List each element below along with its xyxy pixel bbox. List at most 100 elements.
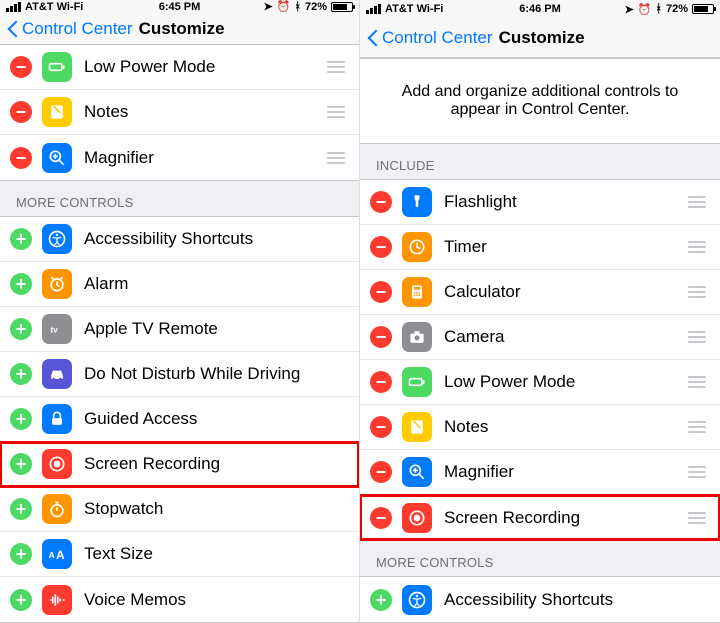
bluetooth-icon: ᚼ bbox=[294, 1, 301, 13]
add-button[interactable] bbox=[10, 589, 32, 611]
signal-icon bbox=[6, 2, 21, 12]
location-icon: ➤ bbox=[624, 3, 633, 16]
drag-handle-icon[interactable] bbox=[686, 286, 708, 298]
add-button[interactable] bbox=[10, 453, 32, 475]
row-timer[interactable]: Timer bbox=[360, 225, 720, 270]
remove-button[interactable] bbox=[370, 371, 392, 393]
row-lowpower[interactable]: Low Power Mode bbox=[0, 45, 359, 90]
status-bar: AT&T Wi-Fi 6:45 PM ➤ ⏰ ᚼ 72% bbox=[0, 0, 359, 14]
row-label: Screen Recording bbox=[444, 508, 686, 528]
row-label: Notes bbox=[84, 102, 325, 122]
row-guided[interactable]: Guided Access bbox=[0, 397, 359, 442]
accessibility-icon bbox=[42, 224, 72, 254]
more-controls-list: Accessibility ShortcutsAlarmtvApple TV R… bbox=[0, 216, 359, 623]
row-label: Calculator bbox=[444, 282, 686, 302]
nav-bar: Control Center Customize bbox=[0, 14, 359, 45]
svg-text:A: A bbox=[56, 549, 65, 562]
remove-button[interactable] bbox=[370, 281, 392, 303]
include-header: INCLUDE bbox=[360, 144, 720, 179]
remove-button[interactable] bbox=[370, 236, 392, 258]
drag-handle-icon[interactable] bbox=[686, 241, 708, 253]
remove-button[interactable] bbox=[370, 191, 392, 213]
add-button[interactable] bbox=[10, 273, 32, 295]
add-button[interactable] bbox=[10, 318, 32, 340]
row-label: Timer bbox=[444, 237, 686, 257]
row-magnifier[interactable]: Magnifier bbox=[360, 450, 720, 495]
drag-handle-icon[interactable] bbox=[686, 512, 708, 524]
drag-handle-icon[interactable] bbox=[325, 106, 347, 118]
row-label: Voice Memos bbox=[84, 590, 347, 610]
add-button[interactable] bbox=[10, 228, 32, 250]
row-calculator[interactable]: Calculator bbox=[360, 270, 720, 315]
row-magnifier[interactable]: Magnifier bbox=[0, 135, 359, 180]
camera-icon bbox=[402, 322, 432, 352]
screen-right: AT&T Wi-Fi 6:46 PM ➤ ⏰ ᚼ 72% Control Cen… bbox=[360, 0, 720, 623]
add-button[interactable] bbox=[370, 589, 392, 611]
stopwatch-icon bbox=[42, 494, 72, 524]
remove-button[interactable] bbox=[370, 416, 392, 438]
back-button[interactable]: Control Center bbox=[368, 28, 493, 48]
add-button[interactable] bbox=[10, 543, 32, 565]
drag-handle-icon[interactable] bbox=[686, 466, 708, 478]
drag-handle-icon[interactable] bbox=[686, 196, 708, 208]
row-textsize[interactable]: AAText Size bbox=[0, 532, 359, 577]
remove-button[interactable] bbox=[10, 101, 32, 123]
row-flashlight[interactable]: Flashlight bbox=[360, 180, 720, 225]
timer-icon bbox=[402, 232, 432, 262]
signal-icon bbox=[366, 4, 381, 14]
drag-handle-icon[interactable] bbox=[686, 376, 708, 388]
accessibility-icon bbox=[402, 585, 432, 615]
row-appletv[interactable]: tvApple TV Remote bbox=[0, 307, 359, 352]
row-notes[interactable]: Notes bbox=[360, 405, 720, 450]
row-label: Guided Access bbox=[84, 409, 347, 429]
row-alarm[interactable]: Alarm bbox=[0, 262, 359, 307]
nav-bar: Control Center Customize bbox=[360, 18, 720, 58]
row-label: Low Power Mode bbox=[84, 57, 325, 77]
back-button[interactable]: Control Center bbox=[8, 19, 133, 39]
notes-icon bbox=[402, 412, 432, 442]
remove-button[interactable] bbox=[370, 326, 392, 348]
drag-handle-icon[interactable] bbox=[325, 152, 347, 164]
row-label: Notes bbox=[444, 417, 686, 437]
drag-handle-icon[interactable] bbox=[325, 61, 347, 73]
back-label: Control Center bbox=[22, 19, 133, 39]
remove-button[interactable] bbox=[10, 56, 32, 78]
record-icon bbox=[402, 503, 432, 533]
drag-handle-icon[interactable] bbox=[686, 421, 708, 433]
add-button[interactable] bbox=[10, 408, 32, 430]
row-notes[interactable]: Notes bbox=[0, 90, 359, 135]
remove-button[interactable] bbox=[10, 147, 32, 169]
carrier-label: AT&T Wi-Fi bbox=[25, 1, 83, 13]
drag-handle-icon[interactable] bbox=[686, 331, 708, 343]
chevron-left-icon bbox=[368, 29, 380, 47]
remove-button[interactable] bbox=[370, 507, 392, 529]
battery-icon bbox=[692, 4, 714, 14]
more-controls-header: MORE CONTROLS bbox=[360, 541, 720, 576]
remove-button[interactable] bbox=[370, 461, 392, 483]
row-voicememos[interactable]: Voice Memos bbox=[0, 577, 359, 622]
row-lowpower[interactable]: Low Power Mode bbox=[360, 360, 720, 405]
row-stopwatch[interactable]: Stopwatch bbox=[0, 487, 359, 532]
row-screenrec[interactable]: Screen Recording bbox=[0, 442, 359, 487]
add-button[interactable] bbox=[10, 363, 32, 385]
textsize-icon: AA bbox=[42, 539, 72, 569]
battery-icon bbox=[331, 2, 353, 12]
location-icon: ➤ bbox=[263, 0, 272, 13]
clock: 6:46 PM bbox=[519, 3, 561, 15]
row-dnd-driving[interactable]: Do Not Disturb While Driving bbox=[0, 352, 359, 397]
row-label: Stopwatch bbox=[84, 499, 347, 519]
alarm-status-icon: ⏰ bbox=[638, 3, 652, 16]
lowpower-icon bbox=[402, 367, 432, 397]
calculator-icon bbox=[402, 277, 432, 307]
row-label: Magnifier bbox=[84, 148, 325, 168]
row-accessibility[interactable]: Accessibility Shortcuts bbox=[0, 217, 359, 262]
more-controls-header: MORE CONTROLS bbox=[0, 181, 359, 216]
row-label: Apple TV Remote bbox=[84, 319, 347, 339]
row-label: Low Power Mode bbox=[444, 372, 686, 392]
row-accessibility[interactable]: Accessibility Shortcuts bbox=[360, 577, 720, 622]
flashlight-icon bbox=[402, 187, 432, 217]
add-button[interactable] bbox=[10, 498, 32, 520]
row-camera[interactable]: Camera bbox=[360, 315, 720, 360]
record-icon bbox=[42, 449, 72, 479]
row-screenrec[interactable]: Screen Recording bbox=[360, 495, 720, 540]
